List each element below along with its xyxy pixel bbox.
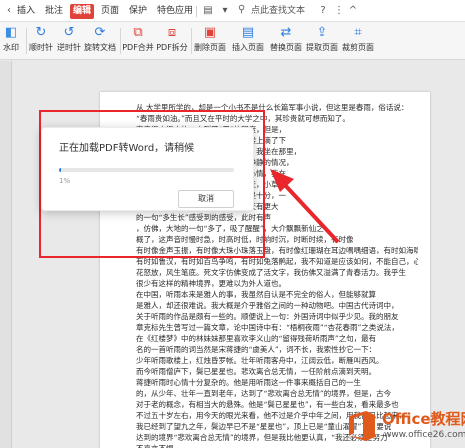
rotate-clockwise-label: 顺时针	[29, 43, 53, 52]
watermark-brand: Office教程网	[382, 410, 465, 428]
site-watermark: Office教程网 www.office26.com	[345, 406, 465, 448]
search-label: 点此查找文本	[251, 6, 306, 16]
cancel-button[interactable]: 取消	[178, 190, 234, 208]
delete-page-icon: ▣	[203, 25, 217, 40]
ribbon-divider	[26, 28, 27, 54]
rotate-counterclockwise-button[interactable]: ↺ 逆时针	[56, 24, 82, 58]
crop-page-button[interactable]: ⌗ 裁剪页面	[341, 24, 375, 58]
pdf-merge-button[interactable]: ⧉ PDF合并	[122, 24, 154, 58]
insert-page-icon: ▤	[241, 25, 255, 40]
delete-page-label: 删除页面	[194, 43, 226, 52]
tab-divider	[196, 6, 197, 17]
dialog-title: 正在加载PDF转Word，请稍候	[59, 143, 195, 154]
tab-features[interactable]: 特色应用	[154, 4, 196, 19]
search-icon: ⚲	[238, 4, 246, 15]
tab-comment[interactable]: 批注	[42, 4, 66, 19]
pdf-split-label: PDF拆分	[156, 43, 188, 52]
tab-insert[interactable]: 插入	[14, 4, 38, 19]
rotate-counterclockwise-label: 逆时针	[57, 43, 81, 52]
search-box[interactable]: ⚲ 点此查找文本	[238, 3, 310, 19]
tab-page[interactable]: 页面	[98, 4, 122, 19]
replace-page-icon: ⇄	[280, 25, 292, 40]
progress-bar	[59, 168, 234, 172]
insert-page-label: 插入页面	[232, 43, 264, 52]
watermark-label: 水印	[3, 43, 19, 52]
side-panel	[0, 61, 12, 448]
pdf-split-button[interactable]: ⧈ PDF拆分	[156, 24, 188, 58]
collapse-icon[interactable]: ^	[346, 4, 360, 18]
insert-page-button[interactable]: ▤ 插入页面	[229, 24, 267, 58]
rotate-document-button[interactable]: ⟳ 旋转文档	[84, 24, 116, 58]
dropdown-icon[interactable]: ▾	[218, 4, 232, 18]
pdf-merge-icon: ⧉	[133, 25, 143, 40]
tab-protect[interactable]: 保护	[126, 4, 150, 19]
pdf-merge-label: PDF合并	[122, 43, 154, 52]
ribbon-toolbar: ◧ 水印 ↻ 顺时针 ↺ 逆时针 ⟳ 旋转文档 ⧉ PDF合并 ⧈ PDF拆分 …	[0, 22, 465, 60]
watermark-icon: ◧	[4, 25, 18, 40]
extract-page-button[interactable]: ⇪ 提取页面	[305, 24, 339, 58]
replace-page-button[interactable]: ⇄ 替换页面	[269, 24, 303, 58]
extract-page-label: 提取页面	[306, 43, 338, 52]
quick-tool-icon[interactable]: ▤	[201, 4, 215, 18]
office-logo-icon	[349, 411, 375, 441]
crop-page-label: 裁剪页面	[342, 43, 374, 52]
help-icon[interactable]: ?	[316, 4, 330, 18]
delete-page-button[interactable]: ▣ 删除页面	[193, 24, 227, 58]
ribbon-divider	[191, 28, 192, 54]
rotate-clockwise-icon: ↻	[35, 25, 47, 40]
watermark-url: www.office26.com	[384, 430, 465, 440]
progress-fill	[59, 168, 61, 172]
extract-page-icon: ⇪	[316, 25, 328, 40]
replace-page-label: 替换页面	[270, 43, 302, 52]
crop-page-icon: ⌗	[354, 25, 362, 40]
settings-icon[interactable]: ⋮	[332, 4, 346, 18]
watermark-button[interactable]: ◧ 水印	[0, 24, 22, 58]
pdf-split-icon: ⧈	[167, 25, 177, 40]
ribbon-divider	[120, 28, 121, 54]
rotate-counterclockwise-icon: ↺	[63, 25, 75, 40]
rotate-clockwise-button[interactable]: ↻ 顺时针	[28, 24, 54, 58]
menu-bar: ‹ 插入 批注 编辑 页面 保护 特色应用 ▤ ▾ ⚲ 点此查找文本 ? ⋮ ^	[0, 0, 465, 22]
tab-edit[interactable]: 编辑	[70, 4, 95, 19]
rotate-document-icon: ⟳	[94, 25, 106, 40]
progress-percent: 1%	[59, 177, 71, 185]
rotate-document-label: 旋转文档	[84, 43, 116, 52]
